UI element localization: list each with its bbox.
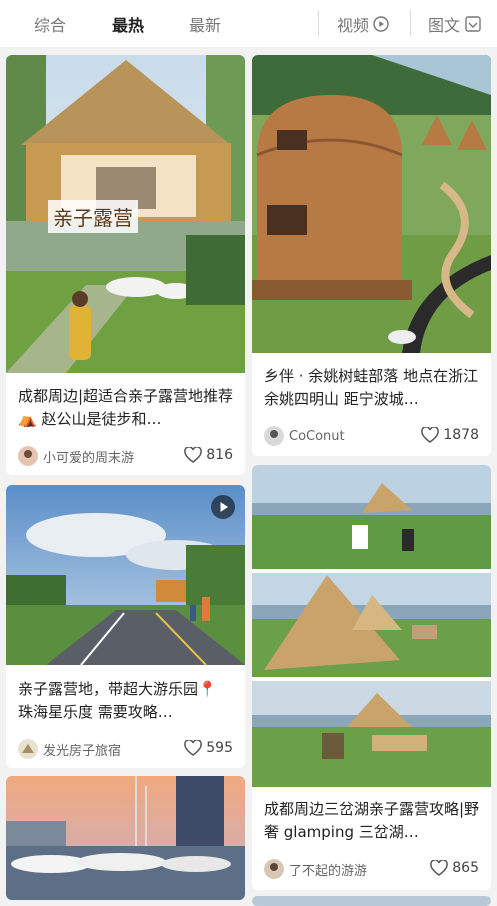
note-author[interactable]: 发光房子旅宿 xyxy=(18,739,121,759)
play-circle-icon xyxy=(373,16,389,32)
filter-icon xyxy=(465,16,481,32)
like-button[interactable]: 595 xyxy=(184,740,233,756)
tab-image-text-label: 图文 xyxy=(428,16,461,35)
note-title: 成都周边三岔湖亲子露营攻略|野奢 glamping 三岔湖… xyxy=(264,800,480,841)
note-card[interactable] xyxy=(252,896,491,906)
heart-icon xyxy=(184,740,203,756)
like-button[interactable]: 865 xyxy=(430,860,479,876)
like-button[interactable]: 1878 xyxy=(421,427,479,443)
note-author[interactable]: CoConut xyxy=(264,426,345,446)
note-cover-image xyxy=(252,55,491,353)
like-button[interactable]: 816 xyxy=(184,447,233,463)
heart-icon xyxy=(184,447,203,463)
author-name: 发光房子旅宿 xyxy=(43,743,122,759)
note-title: 亲子露营地，带超大游乐园📍 珠海星乐度 需要攻略… xyxy=(18,680,217,721)
like-count: 816 xyxy=(206,447,233,463)
tab-divider xyxy=(318,10,319,36)
note-author[interactable]: 了不起的游游 xyxy=(264,859,367,879)
note-card[interactable]: 成都周边三岔湖亲子露营攻略|野奢 glamping 三岔湖… 了不起的游游 86… xyxy=(252,465,491,890)
tab-video-label: 视频 xyxy=(337,16,370,35)
author-name: 小可爱的周末游 xyxy=(43,450,135,466)
heart-icon xyxy=(430,860,449,876)
tab-image-text[interactable]: 图文 xyxy=(428,12,482,36)
note-title: 乡伴 · 余姚树蛙部落 地点在浙江余姚四明山 距宁波城… xyxy=(264,367,479,408)
avatar xyxy=(264,426,284,446)
tab-newest[interactable]: 最新 xyxy=(189,12,221,36)
top-tab-bar: 综合 最热 最新 视频 图文 xyxy=(0,0,497,47)
note-cover-image xyxy=(6,485,245,665)
tab-video[interactable]: 视频 xyxy=(337,12,389,36)
like-count: 865 xyxy=(452,860,479,876)
avatar xyxy=(264,859,284,879)
note-cover-image xyxy=(6,776,245,900)
note-cover-image xyxy=(252,896,491,906)
note-card[interactable]: 亲子露营地，带超大游乐园📍 珠海星乐度 需要攻略… 发光房子旅宿 595 xyxy=(6,485,245,768)
heart-icon xyxy=(421,427,440,443)
note-card[interactable] xyxy=(6,776,245,900)
like-count: 1878 xyxy=(443,427,479,443)
note-card[interactable]: 乡伴 · 余姚树蛙部落 地点在浙江余姚四明山 距宁波城… CoConut 187… xyxy=(252,55,491,456)
avatar xyxy=(18,446,38,466)
tab-comprehensive[interactable]: 综合 xyxy=(34,12,66,36)
video-play-icon xyxy=(211,495,235,519)
author-name: CoConut xyxy=(289,428,345,444)
overlay-text: 亲子露营 xyxy=(48,200,138,233)
tab-hottest[interactable]: 最热 xyxy=(112,12,144,36)
note-title: 成都周边|超适合亲子露营地推荐⛺ 赵公山是徒步和… xyxy=(18,387,234,428)
tab-divider-2 xyxy=(410,10,411,36)
note-author[interactable]: 小可爱的周末游 xyxy=(18,446,134,466)
avatar xyxy=(18,739,38,759)
author-name: 了不起的游游 xyxy=(289,863,368,879)
note-card[interactable]: 亲子露营 成都周边|超适合亲子露营地推荐⛺ 赵公山是徒步和… 小可爱的周末游 8… xyxy=(6,55,245,475)
like-count: 595 xyxy=(206,740,233,756)
cover-overlay-text: 亲子露营 xyxy=(48,200,138,233)
note-cover-image xyxy=(252,465,491,787)
